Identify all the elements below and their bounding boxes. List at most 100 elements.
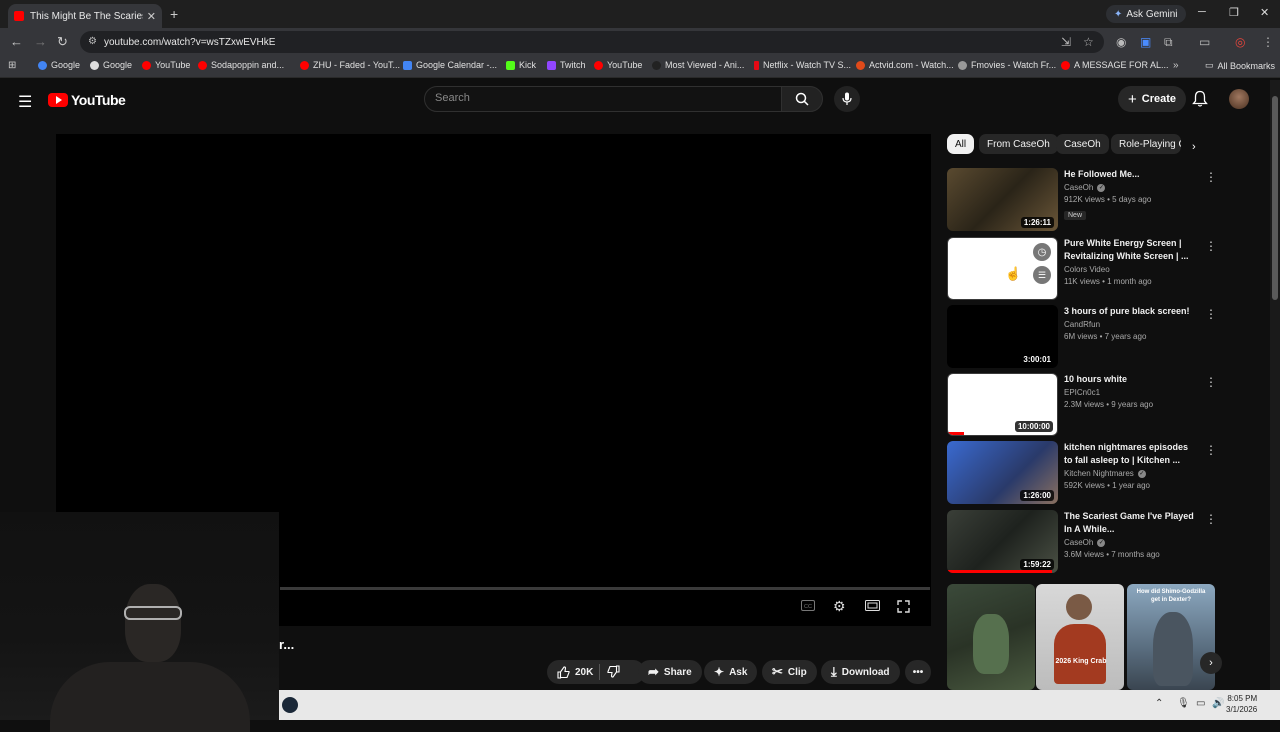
video-channel[interactable]: CaseOh ✓: [1064, 183, 1194, 192]
video-title[interactable]: He Followed Me...: [1064, 168, 1194, 181]
video-menu-icon[interactable]: ⋮: [1205, 443, 1217, 457]
volume-icon[interactable]: 🔊: [1212, 698, 1224, 709]
bookmark-most-viewed[interactable]: Most Viewed - Ani...: [652, 60, 744, 70]
video-thumbnail[interactable]: 10:00:00: [947, 373, 1058, 436]
apps-grid-icon[interactable]: ⊞: [8, 60, 16, 71]
chip-all[interactable]: All: [947, 134, 975, 154]
video-channel[interactable]: CaseOh ✓: [1064, 538, 1194, 547]
voice-search-button[interactable]: [834, 86, 860, 112]
scrollbar-thumb[interactable]: [1272, 96, 1278, 300]
bookmark-youtube-2[interactable]: YouTube: [594, 60, 642, 70]
search-button[interactable]: [781, 86, 823, 112]
video-thumbnail[interactable]: 1:26:11: [947, 168, 1058, 231]
channel-name[interactable]: EPICn0c1: [1064, 388, 1100, 397]
video-menu-icon[interactable]: ⋮: [1205, 307, 1217, 321]
channel-name[interactable]: Kitchen Nightmares: [1064, 469, 1134, 478]
microphone-tray-icon[interactable]: 🎙: [1177, 698, 1190, 709]
fullscreen-icon[interactable]: [897, 600, 910, 616]
clip-button[interactable]: ✂ Clip: [762, 660, 817, 684]
create-button[interactable]: + Create: [1118, 86, 1187, 112]
bookmark-google-1[interactable]: Google: [38, 60, 80, 70]
video-card[interactable]: 3:00:01 3 hours of pure black screen! Cand…: [947, 305, 1217, 369]
bookmark-youtube-1[interactable]: YouTube: [142, 60, 190, 70]
ask-button[interactable]: ✦ Ask: [704, 660, 758, 684]
chip-from-caseoh[interactable]: From CaseOh: [979, 134, 1058, 154]
video-channel[interactable]: CandRfun: [1064, 320, 1194, 329]
video-title[interactable]: The Scariest Game I've Played In A While…: [1064, 510, 1194, 536]
video-progress-bar[interactable]: [280, 587, 930, 590]
video-thumbnail[interactable]: 1:59:22: [947, 510, 1058, 573]
channel-name[interactable]: Colors Video: [1064, 265, 1110, 274]
more-actions-button[interactable]: •••: [905, 660, 931, 684]
notifications-button[interactable]: [1192, 90, 1208, 113]
chip-role-playing[interactable]: Role-Playing G: [1111, 134, 1181, 154]
settings-gear-icon[interactable]: ⚙: [833, 598, 846, 615]
close-window-icon[interactable]: ✕: [1260, 6, 1269, 19]
short-thumbnail[interactable]: 2026 King Crab: [1036, 584, 1124, 690]
taskbar-clock[interactable]: 8:05 PM 3/1/2026: [1226, 693, 1257, 715]
bookmark-fmovies[interactable]: Fmovies - Watch Fr...: [958, 60, 1056, 70]
channel-name[interactable]: CaseOh: [1064, 183, 1093, 192]
video-card[interactable]: ◷ ☰ Pure White Energy Screen | Revitalizin…: [947, 237, 1217, 301]
watch-later-icon[interactable]: ◷: [1033, 243, 1051, 261]
download-button[interactable]: ⤓ Download: [821, 660, 900, 684]
extensions-puzzle-icon[interactable]: ⧉: [1164, 35, 1173, 50]
chevron-right-icon[interactable]: ›: [1192, 141, 1196, 153]
search-box[interactable]: [424, 86, 782, 112]
video-card[interactable]: 10:00:00 10 hours white EPICn0c1 2.3M views…: [947, 373, 1217, 437]
video-thumbnail[interactable]: 3:00:01: [947, 305, 1058, 368]
bookmark-star-icon[interactable]: ☆: [1083, 35, 1094, 49]
short-thumbnail[interactable]: How did Shimo-Godzilla get in Dexter?: [1127, 584, 1215, 690]
video-title[interactable]: kitchen nightmares episodes to fall asle…: [1064, 441, 1194, 467]
bookmark-kick[interactable]: Kick: [506, 60, 536, 70]
video-title[interactable]: 10 hours white: [1064, 373, 1194, 386]
bookmark-zhu[interactable]: ZHU - Faded - YouT...: [300, 60, 400, 70]
steam-icon[interactable]: [282, 697, 298, 713]
profile-icon[interactable]: ◎: [1235, 35, 1245, 49]
bookmark-google-2[interactable]: Google: [90, 60, 132, 70]
tray-chevron-up-icon[interactable]: ⌃: [1155, 698, 1163, 709]
video-card[interactable]: 1:26:00 kitchen nightmares episodes to fa…: [947, 441, 1217, 505]
maximize-window-icon[interactable]: ❐: [1229, 6, 1239, 19]
video-title[interactable]: 3 hours of pure black screen!: [1064, 305, 1194, 318]
video-title[interactable]: Pure White Energy Screen | Revitalizing …: [1064, 237, 1194, 263]
video-menu-icon[interactable]: ⋮: [1205, 239, 1217, 253]
ask-gemini-button[interactable]: ✦ Ask Gemini: [1106, 5, 1186, 23]
add-to-queue-icon[interactable]: ☰: [1033, 266, 1051, 284]
youtube-logo[interactable]: YouTube: [48, 92, 126, 108]
dislike-button[interactable]: [607, 665, 620, 683]
search-input[interactable]: [435, 92, 765, 104]
video-menu-icon[interactable]: ⋮: [1205, 170, 1217, 184]
side-panel-icon[interactable]: ▭: [1199, 35, 1210, 49]
video-channel[interactable]: Colors Video: [1064, 265, 1194, 274]
extension-icon[interactable]: ◉: [1116, 35, 1126, 49]
new-tab-icon[interactable]: +: [170, 6, 178, 22]
address-bar[interactable]: ⚙ youtube.com/watch?v=wsTZxwEVHkE: [80, 31, 1104, 53]
channel-name[interactable]: CandRfun: [1064, 320, 1100, 329]
site-info-icon[interactable]: ⚙: [88, 36, 97, 47]
video-thumbnail[interactable]: 1:26:00: [947, 441, 1058, 504]
browser-tab[interactable]: This Might Be The Scariest Dem ✕: [8, 4, 162, 28]
video-thumbnail[interactable]: ◷ ☰: [947, 237, 1058, 300]
bookmark-message[interactable]: A MESSAGE FOR AL...: [1061, 60, 1169, 70]
video-card[interactable]: 1:59:22 The Scariest Game I've Played In …: [947, 510, 1217, 574]
browser-menu-icon[interactable]: ⋮: [1262, 35, 1274, 49]
close-tab-icon[interactable]: ✕: [147, 10, 156, 23]
theater-mode-icon[interactable]: [865, 600, 880, 614]
video-menu-icon[interactable]: ⋮: [1205, 375, 1217, 389]
bookmark-netflix[interactable]: Netflix - Watch TV S...: [754, 60, 851, 70]
all-bookmarks-button[interactable]: ▭ All Bookmarks: [1205, 60, 1275, 71]
bookmark-sodapoppin[interactable]: Sodapoppin and...: [198, 60, 284, 70]
guide-menu-icon[interactable]: ☰: [18, 92, 32, 112]
network-icon[interactable]: ▭: [1196, 698, 1205, 709]
install-app-icon[interactable]: ⇲: [1061, 35, 1071, 49]
channel-name[interactable]: CaseOh: [1064, 538, 1093, 547]
shorts-next-button[interactable]: ›: [1200, 652, 1222, 674]
back-icon[interactable]: ←: [10, 34, 23, 49]
video-channel[interactable]: Kitchen Nightmares ✓: [1064, 469, 1194, 478]
minimize-window-icon[interactable]: ─: [1198, 6, 1206, 18]
chip-caseoh[interactable]: CaseOh: [1056, 134, 1109, 154]
forward-icon[interactable]: →: [34, 34, 47, 49]
video-menu-icon[interactable]: ⋮: [1205, 512, 1217, 526]
video-channel[interactable]: EPICn0c1: [1064, 388, 1194, 397]
